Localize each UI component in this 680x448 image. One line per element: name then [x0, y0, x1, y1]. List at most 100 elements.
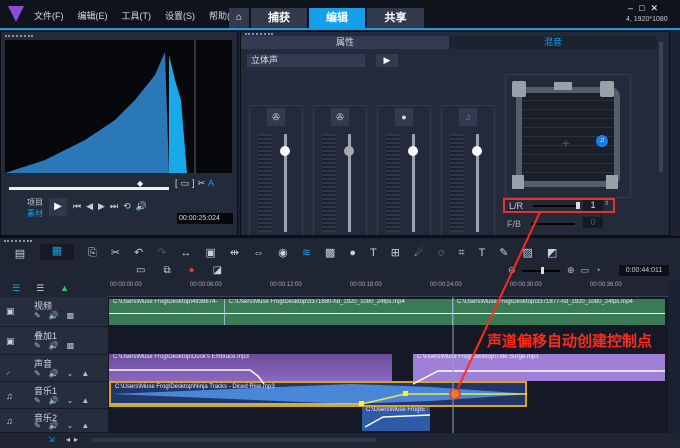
lr-slider-handle[interactable] [576, 202, 580, 209]
mask-icon[interactable]: ◌ [438, 247, 459, 259]
track-icon[interactable]: ⌗ [458, 247, 478, 259]
voice-clip[interactable]: C:\Users\Muse Frog\Desktop\Tide Surge.mp… [413, 354, 665, 381]
track-controls[interactable]: ✎🔊⌄▲ [34, 369, 97, 378]
trim-tools[interactable]: [▭]✂A [175, 178, 217, 189]
mic-record-icon[interactable]: ● [189, 265, 213, 276]
surround-panner[interactable]: + ♫ [505, 74, 631, 198]
music-clip-selected[interactable]: C:\Users\Muse Frog\Desktop\Ninja Tracks … [109, 381, 527, 407]
motion-icon[interactable]: ☄ [414, 247, 438, 259]
track-header-voice[interactable]: ⸝ 声音 ✎🔊⌄▲ [0, 355, 108, 382]
gif-icon[interactable]: ▭ [136, 265, 163, 276]
track-header-overlay[interactable]: ▣ 叠加1 ✎🔊▩ [0, 327, 108, 355]
color-icon[interactable]: ▨ [523, 247, 547, 259]
fb-slider[interactable] [531, 223, 575, 225]
snapshot-icon[interactable]: ◪ [213, 265, 240, 276]
cut-tools-icon[interactable]: ✂ [111, 247, 134, 259]
track-controls[interactable]: ✎🔊▩ [34, 311, 82, 320]
add-track-icon[interactable]: ▲ [60, 283, 85, 293]
go-start-button[interactable]: ⏮ [73, 201, 86, 211]
video-volume-line[interactable] [109, 313, 665, 314]
track-controls[interactable]: ✎🔊⌄▲ [34, 396, 97, 405]
next-frame-button[interactable]: ▶ [98, 201, 110, 211]
trim-bar[interactable] [9, 187, 169, 190]
timeline-ruler[interactable]: 00:00:00:00 00:00:06:00 00:00:12:00 00:0… [108, 280, 668, 297]
screen-icon[interactable]: ⧉ [163, 265, 188, 276]
clock-icon[interactable]: ◔ [595, 265, 606, 275]
trim-icon[interactable]: ⇔ [253, 247, 278, 259]
minimize-button[interactable]: – [628, 3, 639, 13]
lr-spinner[interactable]: ⇕ [604, 200, 609, 207]
undo-icon[interactable]: ↶ [134, 247, 157, 259]
play-button[interactable]: ▶ [49, 198, 67, 216]
chapter-icon[interactable]: ☰ [36, 283, 60, 293]
menu-file[interactable]: 文件(F) [34, 11, 64, 21]
fb-value[interactable]: 0 [583, 217, 603, 228]
3d-title-icon[interactable]: T [479, 247, 500, 259]
fit-icon[interactable]: ↔ [180, 247, 205, 259]
track-header-music2[interactable]: ♫ 音乐2 ✎🔊⌄▲ [0, 409, 108, 433]
scroll-arrows[interactable]: ◂▸ [66, 435, 82, 444]
adjust-icon[interactable]: ◩ [547, 247, 571, 259]
prev-frame-button[interactable]: ◀ [86, 201, 98, 211]
video-clip[interactable]: C:\Users\Muse Frog\Desktop\3371880-hd_19… [225, 299, 453, 325]
stereo-mode-select[interactable]: 立体声 [247, 54, 365, 67]
video-clip[interactable]: C:\Users\Muse Frog\Desktop\3371877-hd_19… [453, 299, 665, 325]
tab-edit[interactable]: 编辑 [309, 8, 365, 28]
music-note-icon[interactable]: ♫ [459, 108, 477, 126]
zoom-out-icon[interactable]: ⊖ [508, 265, 516, 276]
overlay-reel-icon[interactable]: ✇ [331, 108, 349, 126]
maximize-button[interactable]: □ [639, 3, 650, 13]
pan-position-music-icon[interactable]: ♫ [596, 135, 608, 147]
panel-grip[interactable] [4, 240, 32, 243]
go-end-button[interactable]: ⏭ [110, 201, 123, 211]
title-icon[interactable]: ▩ [325, 247, 349, 259]
copy-icon[interactable]: ⎘ [88, 247, 111, 259]
repeat-button[interactable]: ⟲ [123, 201, 136, 211]
track-controls[interactable]: ✎🔊⌄▲ [34, 421, 97, 430]
mixer-play-button[interactable]: ▶ [376, 54, 398, 67]
music2-clip[interactable]: C:\Users\Muse Frog\E [362, 407, 430, 431]
track-header-music1[interactable]: ♫ 音乐1 ✎🔊⌄▲ [0, 382, 108, 409]
crop-icon[interactable]: ▣ [205, 247, 229, 259]
track-manager-icon[interactable]: ☰ [12, 283, 36, 293]
fit-timeline-icon[interactable]: ⇲ [48, 435, 55, 444]
mixer-scrollbar[interactable] [659, 42, 663, 172]
close-button[interactable]: ✕ [650, 3, 664, 13]
home-tab[interactable]: ⌂ [229, 8, 249, 28]
redo-icon[interactable]: ↷ [157, 247, 180, 259]
zoom-in-icon[interactable]: ⊕ [567, 265, 581, 275]
lr-slider[interactable] [533, 205, 577, 207]
menu-edit[interactable]: 编辑(E) [78, 11, 108, 21]
timeline-view-button[interactable]: ▦ [40, 244, 74, 260]
clip-mode[interactable]: 素材 [27, 208, 43, 219]
horizontal-scrollbar[interactable] [92, 438, 376, 442]
zoom-handle[interactable] [541, 267, 544, 274]
video-clip[interactable]: C:\Users\Muse Frog\Desktop\4938874- [109, 299, 225, 325]
lr-value[interactable]: 1 [583, 200, 603, 211]
volume-knob[interactable] [472, 146, 482, 156]
audio-icon[interactable]: ≋ [302, 247, 325, 259]
menu-tools[interactable]: 工具(T) [122, 11, 152, 21]
project-mode[interactable]: 项目 [27, 197, 43, 208]
record-icon[interactable]: ◉ [278, 247, 302, 259]
timecode-display[interactable]: 00:00:25:024 [177, 213, 233, 224]
volume-button[interactable]: 🔊 [136, 201, 152, 211]
text-icon[interactable]: T [370, 247, 391, 259]
tab-mixer[interactable]: 混音 [449, 36, 657, 49]
tab-capture[interactable]: 捕获 [251, 8, 307, 28]
volume-knob[interactable] [344, 146, 354, 156]
storyboard-view-button[interactable]: ▤ [12, 247, 28, 260]
edit-icon[interactable]: ✎ [499, 247, 522, 259]
tab-share[interactable]: 共享 [367, 8, 424, 28]
volume-knob[interactable] [280, 146, 290, 156]
track-controls[interactable]: ✎🔊▩ [34, 341, 82, 350]
fit-project-icon[interactable]: ▭ [581, 265, 596, 275]
tab-properties[interactable]: 属性 [241, 36, 449, 49]
volume-knob[interactable] [408, 146, 418, 156]
voice-clip[interactable]: C:\Users\Muse Frog\Desktop\Dusk's Embrac… [109, 354, 392, 381]
panel-grip[interactable] [5, 35, 33, 38]
scrubber-handle[interactable]: ◆ [137, 179, 143, 188]
grid-icon[interactable]: ⊞ [391, 247, 414, 259]
blend-icon[interactable]: ● [349, 247, 370, 259]
split-icon[interactable]: ⇹ [230, 247, 253, 259]
